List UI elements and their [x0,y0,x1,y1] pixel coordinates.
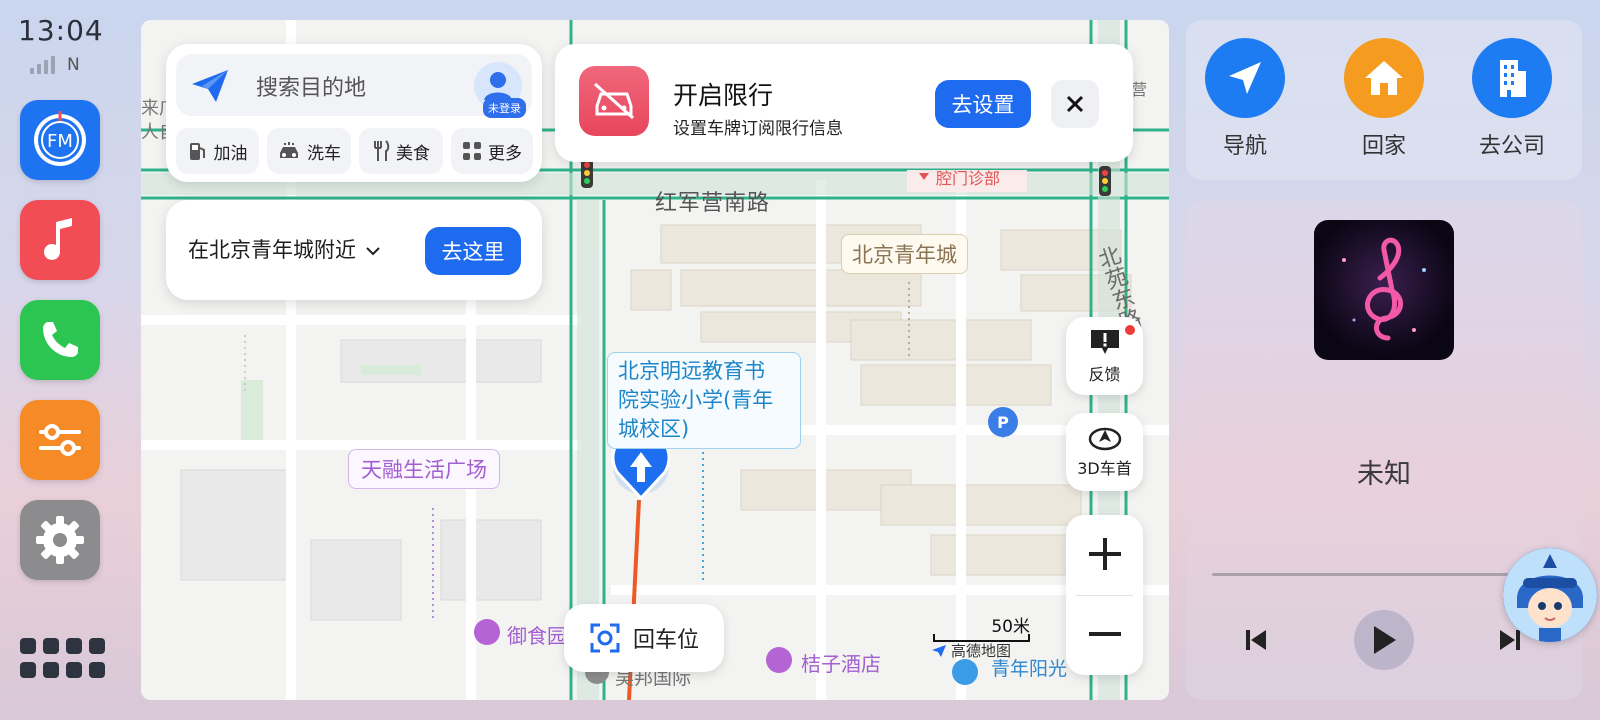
fm-radio-icon: FM [34,111,86,166]
close-icon [1066,95,1084,113]
street-label: 红军营南路 [655,191,771,216]
gas-station-icon [189,143,205,160]
album-art[interactable] [1314,220,1454,360]
go-settings-button[interactable]: 去设置 [935,80,1031,128]
voice-assistant-avatar[interactable] [1503,548,1597,642]
shortcut-icon-bg [1344,38,1424,118]
amap-logo-icon [932,644,946,657]
shortcut-label: 去公司 [1478,134,1545,159]
more-grid-icon [463,142,481,160]
music-clef-icon [1342,237,1426,341]
skip-previous-icon [1246,630,1266,650]
settings-app[interactable] [20,500,100,580]
no-driving-icon [579,66,649,136]
login-status-badge: 未登录 [483,98,526,118]
fm-label: FM [47,131,73,152]
feedback-button[interactable]: 反馈 [1066,317,1143,395]
locate-icon [590,623,620,653]
zoom-controls [1066,515,1143,675]
shortcut-icon-bg [1205,38,1285,118]
all-apps-grid-button[interactable] [20,638,105,678]
chip-gas[interactable]: 加油 [176,128,259,174]
car-wash-icon [280,142,298,158]
restriction-title: 开启限行 [673,81,774,110]
chip-label: 美食 [396,143,430,164]
search-input[interactable]: 搜索目的地 未登录 [176,54,532,118]
feedback-label: 反馈 [1088,365,1121,384]
shortcut-label: 导航 [1222,134,1267,159]
location-text: 在北京青年城附近 [188,238,356,262]
phone-icon [43,322,78,357]
gear-icon [36,516,84,564]
poi-label: 腔门诊部 [936,169,1001,188]
svg-text:P: P [997,413,1009,432]
search-card: 搜索目的地 未登录 加油 洗车 美食 更多 [166,44,542,182]
food-icon [374,140,390,161]
chip-label: 洗车 [307,143,341,164]
office-building-icon [1500,60,1526,97]
fm-radio-app[interactable]: FM [20,100,100,180]
chip-food[interactable]: 美食 [359,128,443,174]
status-time: 13:04 [18,14,104,47]
shortcut-navigate[interactable]: 导航 [1200,38,1290,160]
3d-heading-icon [1088,427,1121,451]
phone-app[interactable] [20,300,100,380]
shortcut-office[interactable]: 去公司 [1467,38,1557,160]
music-note-icon [44,218,72,260]
robot-assistant-icon [1503,548,1597,642]
poi-label: 营 [1131,80,1148,99]
restriction-subtitle: 设置车牌订阅限行信息 [673,119,843,139]
poi-label-school[interactable]: 北京明远教育书 院实验小学(青年 城校区) [607,352,801,449]
navigation-arrow-icon [1229,62,1261,94]
heading-mode-button[interactable]: 3D车首 [1066,413,1143,491]
restriction-banner: 开启限行 设置车牌订阅限行信息 去设置 [555,44,1133,162]
poi-label-line: 北京明远教育书 [618,359,765,383]
play-icon [1374,626,1396,654]
chip-more[interactable]: 更多 [451,128,533,174]
track-title: 未知 [1357,459,1411,490]
heading-mode-label: 3D车首 [1077,459,1132,478]
chip-label: 加油 [213,143,248,164]
notification-dot [1125,325,1135,335]
chip-car-wash[interactable]: 洗车 [267,128,351,174]
search-placeholder: 搜索目的地 [256,76,367,101]
poi-label[interactable]: 桔子酒店 [801,648,881,677]
shortcut-panel: 导航 回家 去公司 [1186,20,1582,180]
chip-label: 更多 [488,143,522,164]
shortcut-home[interactable]: 回家 [1339,38,1429,160]
zoom-in-icon[interactable] [1086,535,1124,573]
network-label: N [67,55,80,75]
playback-progress[interactable] [1212,573,1556,576]
signal-icon [30,56,55,74]
poi-label-qingniancheng[interactable]: 北京青年城 [841,234,968,274]
location-card: 在北京青年城附近 去这里 [166,200,542,300]
music-app[interactable] [20,200,100,280]
sliders-icon [39,424,81,456]
feedback-icon [1090,330,1119,354]
poi-label-line: 院实验小学(青年 [618,388,774,412]
car-controls-app[interactable] [20,400,100,480]
location-selector[interactable]: 在北京青年城附近 [188,234,381,264]
poi-label-tianrong[interactable]: 天融生活广场 [348,449,500,489]
go-here-button[interactable]: 去这里 [425,227,521,275]
shortcut-icon-bg [1472,38,1552,118]
shortcut-label: 回家 [1361,134,1406,159]
home-icon [1365,61,1403,95]
recenter-label: 回车位 [632,628,699,653]
chevron-down-icon [365,247,380,256]
close-button[interactable] [1051,80,1099,128]
map-brand: 高德地图 [931,640,1011,661]
zoom-out-icon[interactable] [1086,615,1124,653]
map-brand-text: 高德地图 [951,642,1012,660]
poi-label-line: 城校区) [618,417,690,441]
previous-track-button[interactable] [1236,620,1276,660]
app-dock: 13:04 N FM [0,0,120,720]
map-view[interactable]: P 红军营南路 北苑东路 腔门诊部 营 来广 人自 北京青年城 北京明远教育书 … [141,20,1169,700]
recenter-button[interactable]: 回车位 [564,604,724,672]
play-button[interactable] [1354,610,1414,670]
navigation-arrow-icon [192,70,228,102]
poi-label[interactable]: 御食园 [507,620,567,649]
